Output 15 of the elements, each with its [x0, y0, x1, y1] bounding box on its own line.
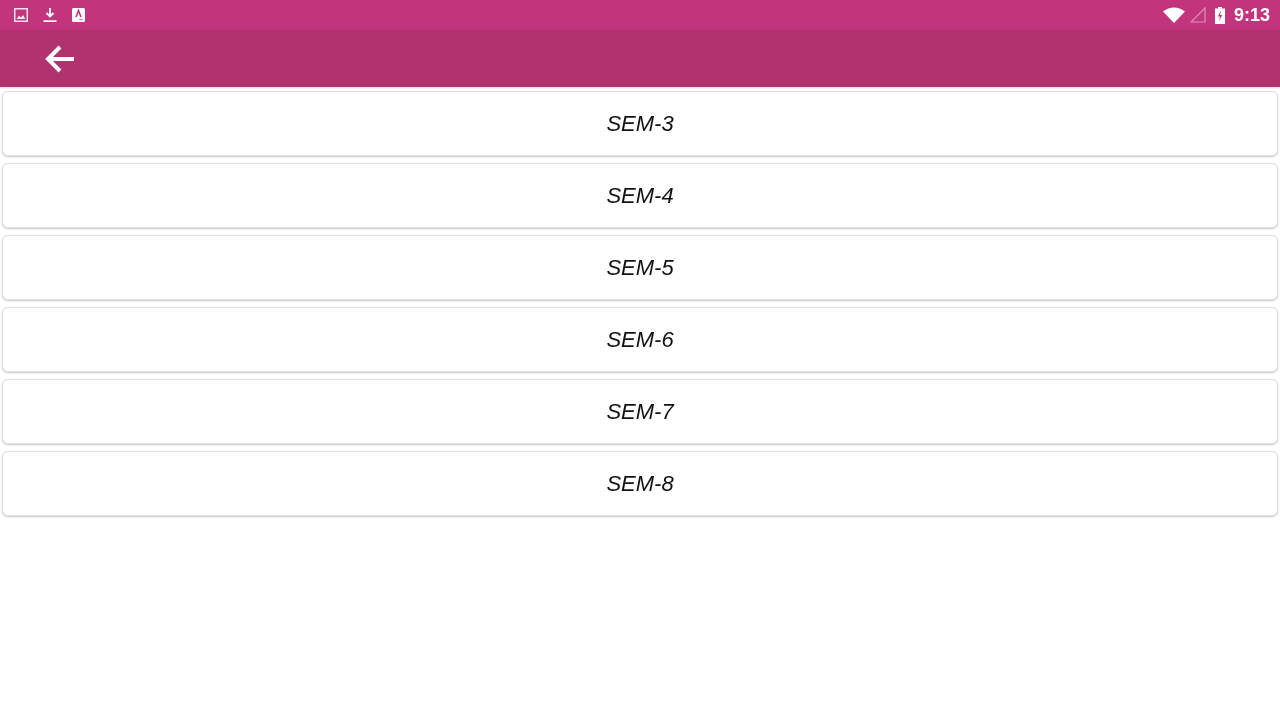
semester-card[interactable]: SEM-5 [2, 235, 1278, 300]
wifi-icon [1162, 7, 1185, 23]
battery-charging-icon [1214, 6, 1225, 24]
semester-card[interactable]: SEM-3 [2, 91, 1278, 156]
semester-card[interactable]: SEM-8 [2, 451, 1278, 516]
status-time: 9:13 [1233, 5, 1270, 25]
image-icon [14, 8, 28, 22]
signal-icon [1189, 7, 1206, 23]
semester-card[interactable]: SEM-6 [2, 307, 1278, 372]
semester-card[interactable]: SEM-7 [2, 379, 1278, 444]
back-button[interactable] [45, 44, 75, 73]
semester-card[interactable]: SEM-4 [2, 163, 1278, 228]
download-icon [43, 8, 57, 22]
back-arrow-icon [45, 44, 75, 73]
app-icon [72, 8, 85, 22]
